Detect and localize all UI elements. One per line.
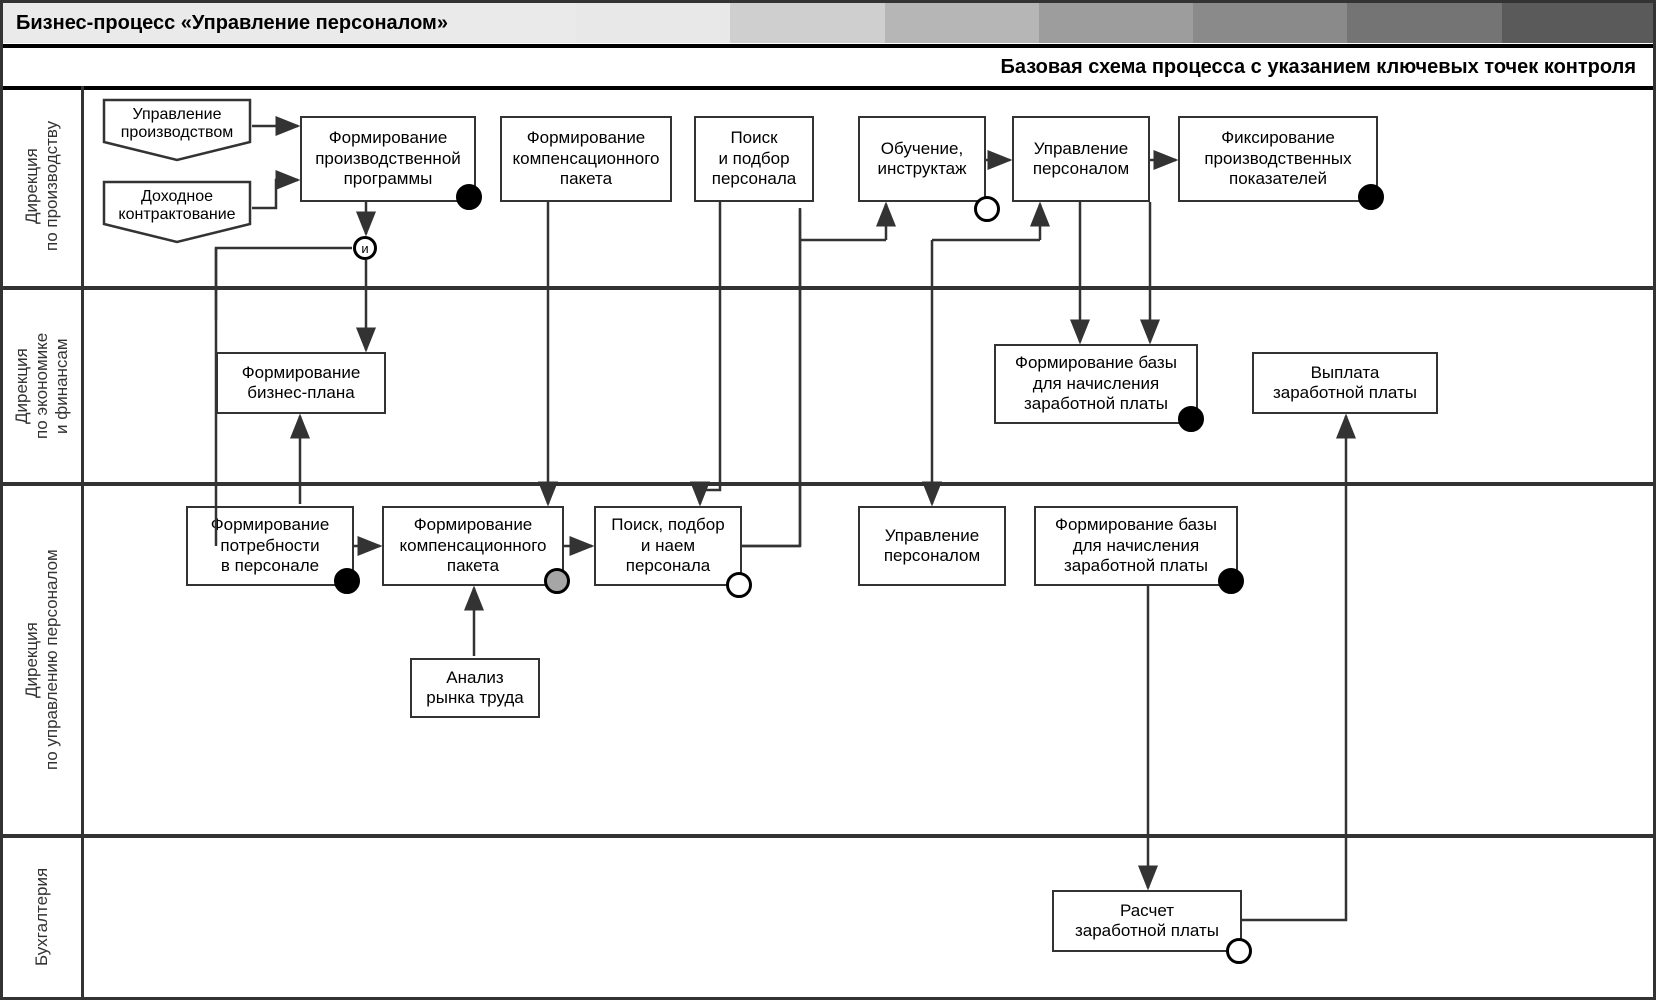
lane-label-economics: Дирекцияпо экономикеи финансам xyxy=(3,290,81,482)
node-base-hr: Формирование базыдля начислениязаработно… xyxy=(1034,506,1238,586)
node-analysis: Анализрынка труда xyxy=(410,658,540,718)
swimlane-diagram: Бизнес-процесс «Управление персоналом» Б… xyxy=(0,0,1656,1000)
doc-text: Управлениепроизводством xyxy=(102,106,252,143)
control-point-white-icon xyxy=(1226,938,1252,964)
lane-divider xyxy=(0,834,1656,838)
node-form-comp-top: Формированиекомпенсационногопакета xyxy=(500,116,672,202)
node-biz-plan: Формированиебизнес-плана xyxy=(216,352,386,414)
lane-label-production: Дирекцияпо производству xyxy=(3,86,81,286)
node-base-fin: Формирование базыдля начислениязаработно… xyxy=(994,344,1198,424)
control-point-white-icon xyxy=(726,572,752,598)
node-fix-perf: Фиксированиепроизводственныхпоказателей xyxy=(1178,116,1378,202)
node-need: Формированиепотребностив персонале xyxy=(186,506,354,586)
gateway-label: и xyxy=(361,241,368,256)
doc-production-mgmt: Управлениепроизводством xyxy=(102,98,252,164)
node-mgmt-hr: Управлениеперсоналом xyxy=(858,506,1006,586)
header-title: Бизнес-процесс «Управление персоналом» xyxy=(0,12,576,35)
control-point-black-icon xyxy=(456,184,482,210)
node-form-program: Формированиепроизводственнойпрограммы xyxy=(300,116,476,202)
node-payout: Выплатазаработной платы xyxy=(1252,352,1438,414)
lane-labels: Дирекцияпо производству Дирекцияпо эконо… xyxy=(0,86,84,997)
lane-divider xyxy=(0,286,1656,290)
doc-income-contract: Доходноеконтрактование xyxy=(102,180,252,246)
node-form-comp-hr: Формированиекомпенсационногопакета xyxy=(382,506,564,586)
node-payroll: Расчетзаработной платы xyxy=(1052,890,1242,952)
lane-label-accounting: Бухгалтерия xyxy=(3,838,81,996)
doc-text: Доходноеконтрактование xyxy=(102,188,252,225)
diagram-header: Бизнес-процесс «Управление персоналом» xyxy=(0,0,1656,43)
node-mgmt-top: Управлениеперсоналом xyxy=(1012,116,1150,202)
node-hire: Поиск, подбори наемперсонала xyxy=(594,506,742,586)
control-point-black-icon xyxy=(1358,184,1384,210)
subheader-text: Базовая схема процесса с указанием ключе… xyxy=(1000,56,1636,79)
diagram-subheader: Базовая схема процесса с указанием ключе… xyxy=(0,44,1656,90)
gateway-and-icon: и xyxy=(353,236,377,260)
node-training: Обучение,инструктаж xyxy=(858,116,986,202)
control-point-grey-icon xyxy=(544,568,570,594)
header-gradient xyxy=(576,3,1656,43)
control-point-black-icon xyxy=(334,568,360,594)
control-point-black-icon xyxy=(1178,406,1204,432)
lane-divider xyxy=(0,482,1656,486)
control-point-black-icon xyxy=(1218,568,1244,594)
lane-label-hr: Дирекцияпо управлению персоналом xyxy=(3,486,81,834)
control-point-white-icon xyxy=(974,196,1000,222)
node-search: Поиски подборперсонала xyxy=(694,116,814,202)
